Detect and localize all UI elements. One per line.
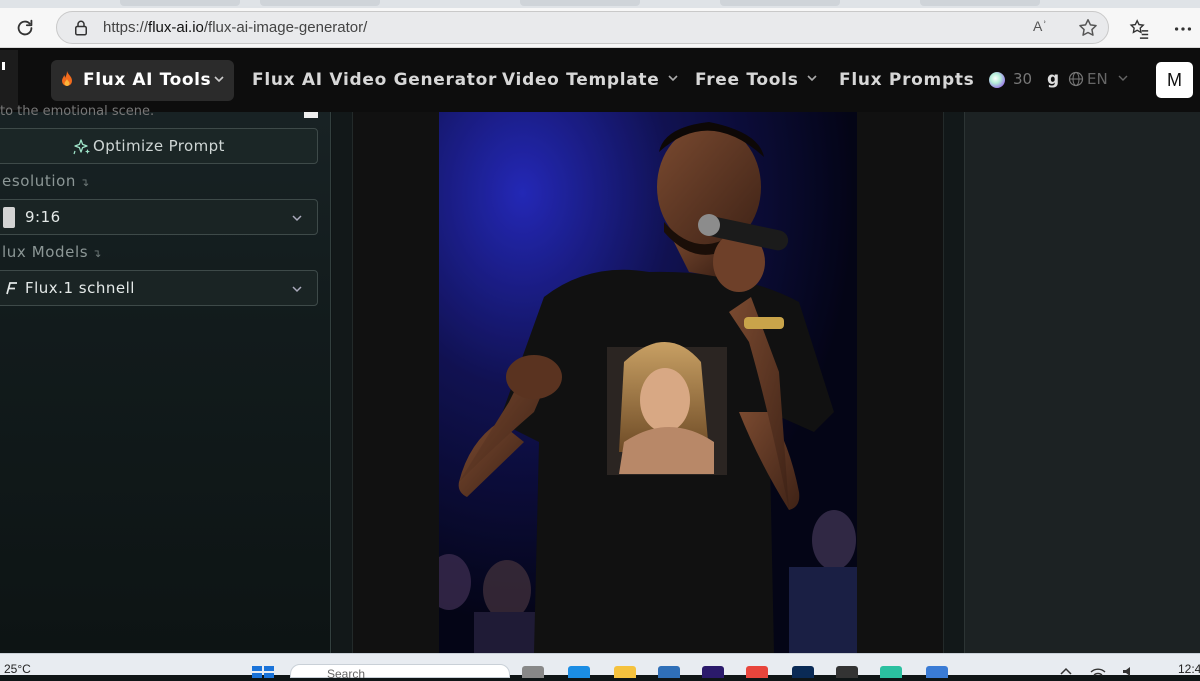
chevron-down-icon	[292, 286, 302, 293]
photoshop-icon[interactable]	[792, 666, 814, 678]
globe-icon[interactable]	[1068, 71, 1084, 87]
nav-menu-flux-ai-tools[interactable]: Flux AI Tools	[51, 60, 234, 101]
panel-gutter	[332, 112, 352, 653]
more-options-icon[interactable]	[1172, 18, 1194, 40]
favorites-icon[interactable]	[1128, 18, 1150, 40]
os-taskbar: 25°C Search 12:4	[0, 653, 1200, 681]
nav-menu-label: Flux AI Tools	[83, 70, 212, 90]
history-panel	[964, 112, 1200, 653]
task-view-icon[interactable]	[522, 666, 544, 678]
app-icon[interactable]	[926, 666, 948, 678]
lock-icon[interactable]	[72, 19, 90, 37]
chevron-down-icon	[292, 215, 302, 222]
taskbar-search[interactable]: Search	[290, 664, 510, 681]
arrow-icon: ↴	[80, 176, 90, 189]
chevron-down-icon	[667, 75, 678, 82]
url-text[interactable]: https://flux-ai.io/flux-ai-image-generat…	[103, 19, 367, 36]
chevron-down-icon	[1118, 75, 1128, 81]
resolution-value: 9:16	[25, 208, 61, 226]
scrollbar-thumb[interactable]	[304, 112, 318, 118]
premiere-icon[interactable]	[702, 666, 724, 678]
file-explorer-icon[interactable]	[614, 666, 636, 678]
model-value: Flux.1 schnell	[25, 279, 135, 297]
url-scheme: https://	[103, 19, 149, 36]
url-domain: flux-ai.io	[148, 19, 204, 36]
nav-link-label: Free Tools	[695, 70, 799, 90]
nav-menu-video-template[interactable]: Video Template	[502, 70, 678, 90]
chevron-down-icon	[214, 76, 224, 83]
resolution-label: esolution ↴	[2, 172, 90, 190]
nav-link-video-generator[interactable]: Flux AI Video Generator	[252, 70, 497, 90]
chrome-icon[interactable]	[746, 666, 768, 678]
site-navbar: Flux AI Tools Flux AI Video Generator Vi…	[0, 48, 1200, 112]
system-clock[interactable]: 12:4	[1178, 662, 1200, 676]
generated-image[interactable]	[439, 112, 857, 653]
store-icon[interactable]	[658, 666, 680, 678]
credits-suffix: g	[1047, 69, 1060, 89]
browser-tab-strip	[0, 0, 1200, 8]
chatgpt-icon[interactable]	[836, 666, 858, 678]
taskbar-search-label: Search	[327, 667, 366, 681]
language-selector[interactable]: EN	[1087, 70, 1108, 88]
prompt-text-fragment[interactable]: to the emotional scene.	[0, 104, 300, 118]
aspect-ratio-icon	[3, 207, 15, 228]
windows-start-icon[interactable]	[252, 666, 274, 678]
fire-icon	[62, 71, 72, 86]
address-bar[interactable]: https://flux-ai.io/flux-ai-image-generat…	[56, 11, 1109, 44]
model-select[interactable]: Flux.1 schnell	[0, 270, 318, 306]
nav-link-label: Flux AI Video Generator	[252, 70, 498, 90]
favorite-star-icon[interactable]	[1077, 17, 1099, 39]
credits-count: 30	[1013, 70, 1033, 88]
optimize-prompt-label: Optimize Prompt	[93, 137, 225, 155]
browser-tab[interactable]	[920, 0, 1040, 6]
nav-link-flux-prompts[interactable]: Flux Prompts	[839, 70, 974, 90]
credits-icon	[989, 72, 1005, 88]
panel-gutter	[944, 112, 964, 653]
browser-tab[interactable]	[260, 0, 380, 6]
reload-icon[interactable]	[14, 17, 36, 39]
resolution-select[interactable]: 9:16	[0, 199, 318, 235]
arrow-icon: ↴	[92, 247, 102, 260]
site-logo[interactable]	[0, 50, 18, 110]
models-label: lux Models ↴	[2, 243, 102, 261]
edge-browser-icon[interactable]	[568, 666, 590, 678]
weather-widget[interactable]: 25°C	[4, 662, 31, 676]
url-path: /flux-ai-image-generator/	[203, 19, 368, 36]
generator-settings-panel: to the emotional scene. Optimize Prompt …	[0, 104, 331, 653]
browser-tab[interactable]	[120, 0, 240, 6]
flux-logo-icon	[6, 282, 17, 295]
optimize-prompt-button[interactable]: Optimize Prompt	[0, 128, 318, 164]
read-aloud-icon[interactable]: Aʾ	[1033, 18, 1053, 38]
chevron-down-icon	[806, 75, 817, 82]
browser-tab[interactable]	[720, 0, 840, 6]
user-avatar[interactable]: M	[1156, 62, 1193, 98]
sparkle-icon	[73, 139, 90, 155]
browser-tab[interactable]	[520, 0, 640, 6]
nav-link-label: Video Template	[502, 70, 660, 90]
edge-active-icon[interactable]	[880, 666, 902, 678]
nav-link-label: Flux Prompts	[839, 70, 975, 90]
resolution-label-text: esolution	[2, 172, 77, 190]
models-label-text: lux Models	[2, 243, 89, 261]
browser-toolbar: https://flux-ai.io/flux-ai-image-generat…	[0, 8, 1200, 48]
nav-menu-free-tools[interactable]: Free Tools	[695, 70, 817, 90]
